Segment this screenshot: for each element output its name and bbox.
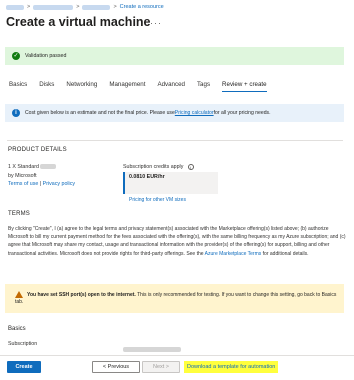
terms-of-use-link[interactable]: Terms of use [8, 181, 38, 187]
checkmark-icon: ✓ [12, 52, 20, 60]
terms-after: for additional details. [261, 250, 309, 257]
breadcrumb-item-redacted[interactable] [82, 4, 111, 10]
footer-divider [0, 355, 354, 356]
validation-banner: ✓ Validation passed [5, 47, 344, 65]
basics-heading: Basics [8, 326, 26, 332]
next-button[interactable]: Next > [142, 361, 180, 373]
tab-disks[interactable]: Disks [39, 81, 54, 92]
more-options-button[interactable]: ··· [150, 18, 162, 28]
info-text-before: Cost given below is an estimate and not … [25, 110, 175, 116]
subscription-value-redacted [123, 341, 181, 359]
validation-text: Validation passed [25, 53, 67, 59]
warning-bold-text: You have set SSH port(s) open to the int… [27, 291, 136, 298]
cost-info-banner: i Cost given below is an estimate and no… [5, 104, 344, 122]
warning-icon [15, 291, 23, 298]
product-summary: 1 X Standard by Microsoft Terms of use |… [8, 163, 75, 189]
tab-bar: Basics Disks Networking Management Advan… [9, 81, 279, 92]
terms-text: By clicking "Create", I (a) agree to the… [8, 225, 346, 258]
previous-button[interactable]: < Previous [92, 361, 140, 373]
ssh-warning-banner: You have set SSH port(s) open to the int… [5, 284, 344, 313]
info-tooltip-icon[interactable]: i [187, 163, 194, 170]
price-box: 0.0810 EUR/hr [123, 172, 218, 194]
product-publisher: by Microsoft [8, 172, 37, 179]
divider [7, 140, 343, 141]
price-value: 0.0810 EUR/hr [129, 174, 165, 180]
chevron-right-icon: > [76, 4, 80, 10]
breadcrumb-item-home[interactable] [6, 4, 24, 10]
info-text-after: for all your pricing needs. [213, 110, 271, 116]
tab-advanced[interactable]: Advanced [157, 81, 185, 92]
create-button[interactable]: Create [7, 361, 41, 373]
tab-management[interactable]: Management [109, 81, 145, 92]
credits-label-row: Subscription credits apply i [123, 163, 194, 172]
page-title: Create a virtual machine [6, 15, 151, 29]
credits-label: Subscription credits apply [123, 164, 184, 170]
info-icon: i [12, 109, 20, 117]
tab-basics[interactable]: Basics [9, 81, 27, 92]
breadcrumb-item-redacted[interactable] [33, 4, 74, 10]
chevron-right-icon: > [27, 4, 31, 10]
breadcrumb-item-create-resource[interactable]: Create a resource [120, 4, 164, 10]
tab-tags[interactable]: Tags [197, 81, 210, 92]
download-template-link[interactable]: Download a template for automation [184, 361, 279, 373]
redacted-size [40, 164, 57, 170]
product-line: 1 X Standard [8, 164, 39, 170]
product-details-heading: PRODUCT DETAILS [8, 147, 67, 153]
chevron-right-icon: > [113, 4, 117, 10]
privacy-policy-link[interactable]: Privacy policy [43, 181, 75, 187]
tab-review-create[interactable]: Review + create [222, 81, 267, 92]
pricing-other-sizes-link[interactable]: Pricing for other VM sizes [129, 197, 186, 203]
azure-marketplace-terms-link[interactable]: Azure Marketplace Terms [205, 251, 262, 257]
terms-heading: TERMS [8, 211, 30, 217]
breadcrumb: > > > Create a resource [6, 4, 164, 10]
subscription-label: Subscription [8, 341, 38, 347]
tab-networking[interactable]: Networking [66, 81, 97, 92]
pricing-calculator-link[interactable]: Pricing calculator [175, 110, 214, 116]
